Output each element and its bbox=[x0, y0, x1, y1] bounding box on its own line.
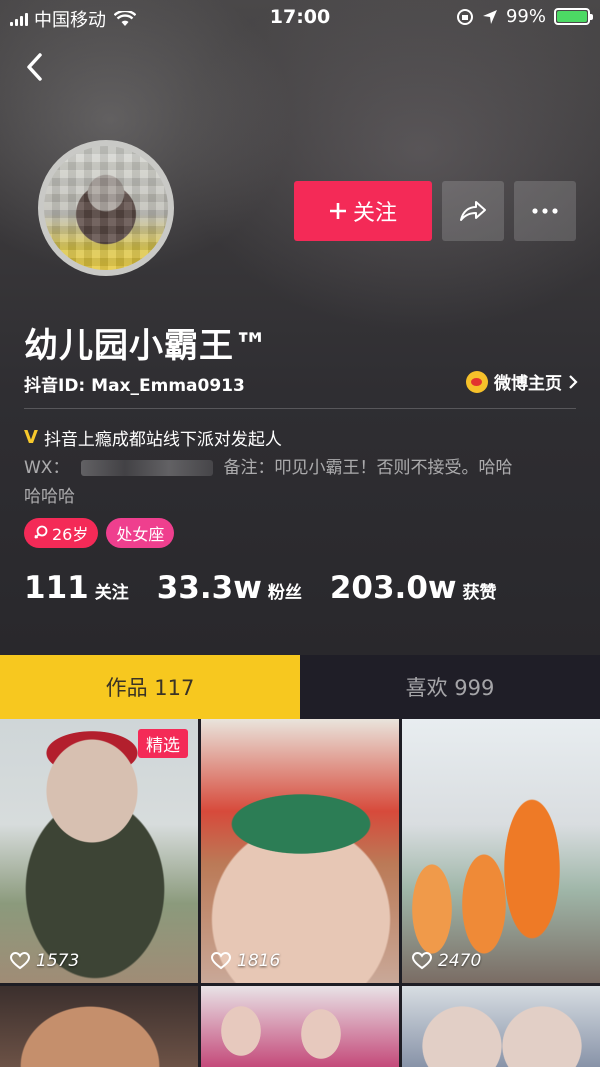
following-label[interactable]: 关注 bbox=[95, 578, 129, 603]
battery-icon bbox=[554, 8, 593, 25]
age-tag: 26岁 bbox=[24, 518, 99, 548]
followers-label[interactable]: 粉丝 bbox=[268, 578, 302, 603]
video-thumbnail[interactable]: 精选 1573 bbox=[0, 719, 198, 983]
like-count: 1816 bbox=[237, 951, 281, 971]
weibo-icon bbox=[466, 370, 488, 393]
video-thumbnail[interactable]: 2470 bbox=[402, 719, 600, 983]
chevron-right-icon bbox=[569, 374, 578, 389]
status-right: 99% bbox=[456, 6, 593, 27]
blurred-wx-id bbox=[81, 460, 214, 476]
profile-stats: 111 关注 33.3w 粉丝 203.0w 获赞 bbox=[24, 570, 525, 606]
weibo-homepage-link[interactable]: 微博主页 bbox=[466, 369, 578, 394]
more-button[interactable] bbox=[514, 181, 576, 241]
divider bbox=[24, 408, 576, 409]
age-label: 26岁 bbox=[52, 525, 89, 544]
like-count: 1573 bbox=[36, 951, 80, 971]
douyin-id: 抖音ID: Max_Emma0913 bbox=[24, 376, 245, 396]
heart-icon bbox=[211, 952, 231, 970]
content-tabs: 作品 117 喜欢 999 bbox=[0, 655, 600, 719]
like-count: 2470 bbox=[438, 951, 482, 971]
likes-count: 203.0w bbox=[329, 570, 457, 606]
follow-label: 关注 bbox=[352, 201, 397, 226]
profile-nickname: 幼儿园小霸王™ bbox=[24, 326, 269, 366]
video-thumbnail[interactable] bbox=[201, 986, 399, 1067]
heart-icon bbox=[10, 952, 30, 970]
plus-icon bbox=[329, 203, 346, 219]
tab-works[interactable]: 作品 117 bbox=[0, 655, 300, 719]
bio-wx-label: WX： bbox=[24, 458, 70, 478]
weibo-label: 微博主页 bbox=[494, 374, 562, 394]
followers-count[interactable]: 33.3w bbox=[157, 570, 262, 606]
location-icon bbox=[482, 9, 497, 24]
following-count[interactable]: 111 bbox=[24, 570, 89, 606]
zodiac-label: 处女座 bbox=[116, 525, 165, 544]
back-chevron-icon bbox=[27, 53, 42, 81]
follow-button[interactable]: 关注 bbox=[294, 181, 432, 241]
video-thumbnail[interactable]: 1816 bbox=[201, 719, 399, 983]
orientation-lock-icon bbox=[456, 8, 473, 25]
bio: WX： 备注：叩见小霸王！否则不接受。哈哈 哈哈哈 bbox=[24, 454, 576, 512]
back-button[interactable] bbox=[18, 50, 50, 84]
video-likes: 1573 bbox=[10, 951, 79, 971]
verified-v-icon: V bbox=[24, 427, 38, 448]
avatar[interactable] bbox=[38, 140, 174, 276]
video-likes: 1816 bbox=[211, 951, 280, 971]
featured-badge: 精选 bbox=[138, 729, 188, 758]
more-dots-icon bbox=[532, 208, 558, 214]
verification-line: V 抖音上瘾成都站线下派对发起人 bbox=[24, 425, 282, 450]
status-bar: 中国移动 17:00 99% bbox=[0, 0, 600, 34]
likes-label: 获赞 bbox=[462, 583, 497, 603]
female-icon bbox=[34, 525, 48, 539]
tab-likes[interactable]: 喜欢 999 bbox=[300, 655, 600, 719]
battery-percent: 99% bbox=[505, 6, 546, 27]
video-grid: 精选 1573 1816 2470 bbox=[0, 719, 600, 1067]
share-arrow-icon bbox=[460, 201, 486, 221]
zodiac-tag: 处女座 bbox=[106, 518, 175, 548]
profile-tags: 26岁 处女座 bbox=[24, 518, 175, 548]
video-likes: 2470 bbox=[412, 951, 481, 971]
bio-line-2: 哈哈哈 bbox=[24, 487, 75, 507]
bio-note: 备注：叩见小霸王！否则不接受。哈哈 bbox=[223, 458, 513, 478]
video-thumbnail[interactable] bbox=[402, 986, 600, 1067]
share-button[interactable] bbox=[442, 181, 504, 241]
verification-text: 抖音上瘾成都站线下派对发起人 bbox=[43, 430, 282, 450]
video-thumbnail[interactable] bbox=[0, 986, 198, 1067]
heart-icon bbox=[412, 952, 432, 970]
